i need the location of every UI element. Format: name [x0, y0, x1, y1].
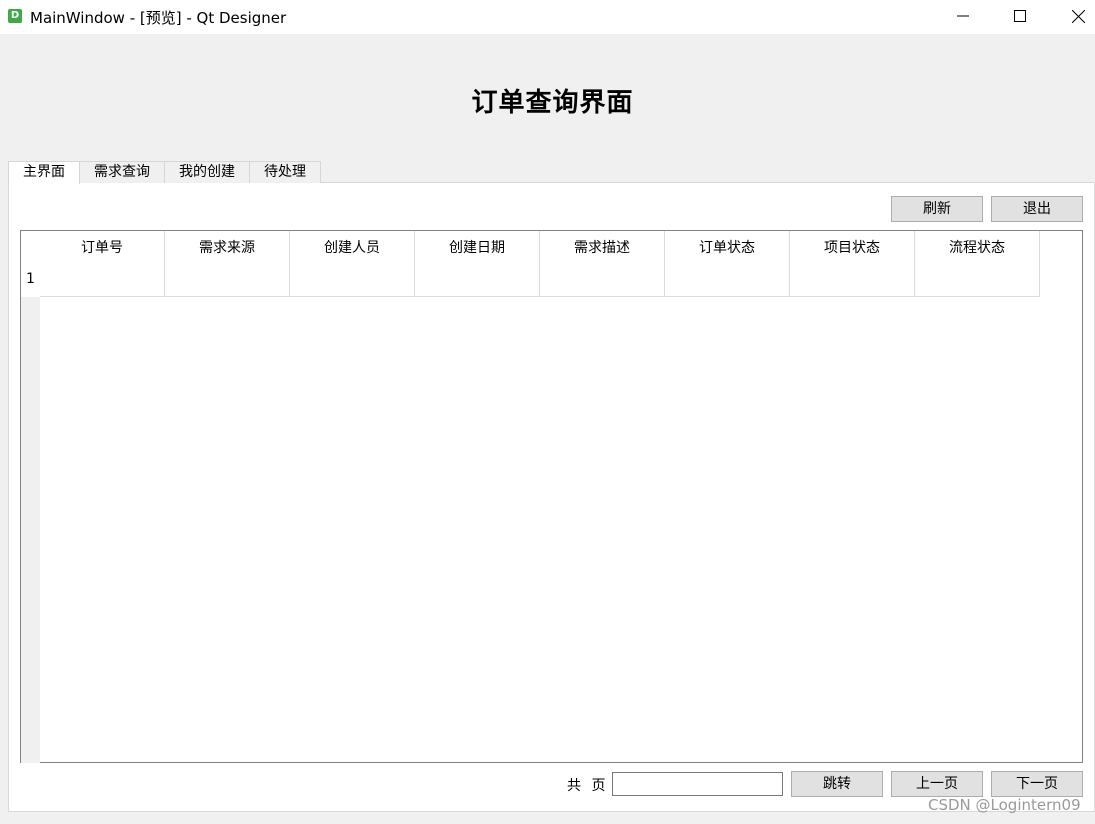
refresh-button[interactable]: 刷新: [891, 196, 983, 222]
table-corner: [21, 231, 40, 297]
column-header-project-status[interactable]: 项目状态: [790, 231, 915, 297]
maximize-button[interactable]: [997, 0, 1043, 32]
exit-button[interactable]: 退出: [991, 196, 1083, 222]
next-page-button[interactable]: 下一页: [991, 771, 1083, 797]
maximize-icon: [1014, 10, 1026, 22]
watermark: CSDN @Logintern09: [928, 796, 1081, 814]
page-title: 订单查询界面: [471, 88, 634, 118]
jump-button[interactable]: 跳转: [791, 771, 883, 797]
row-header[interactable]: 1: [21, 271, 40, 287]
tab-bar: 主界面 需求查询 我的创建 待处理: [8, 161, 321, 184]
tab-pending[interactable]: 待处理: [249, 161, 321, 183]
column-header-order-no[interactable]: 订单号: [40, 231, 165, 297]
column-header-source[interactable]: 需求来源: [165, 231, 290, 297]
app-icon: D: [8, 9, 22, 23]
title-bar: D MainWindow - [预览] - Qt Designer: [0, 0, 1095, 34]
close-icon: [1072, 10, 1085, 23]
previous-page-button[interactable]: 上一页: [891, 771, 983, 797]
tab-my-created[interactable]: 我的创建: [164, 161, 250, 183]
order-table[interactable]: 1 订单号 需求来源 创建人员 创建日期 需求描述 订单状态 项目状态 流程状态: [20, 230, 1083, 763]
minimize-button[interactable]: [940, 0, 986, 32]
page-number-input[interactable]: [612, 772, 783, 796]
tab-requirement-query[interactable]: 需求查询: [79, 161, 165, 183]
close-button[interactable]: [1055, 0, 1095, 32]
column-header-create-date[interactable]: 创建日期: [415, 231, 540, 297]
column-header-description[interactable]: 需求描述: [540, 231, 665, 297]
minimize-icon: [957, 15, 969, 17]
row-header-column: [21, 297, 40, 763]
total-pages-label: 共 页: [567, 778, 606, 794]
window-title: MainWindow - [预览] - Qt Designer: [30, 9, 287, 27]
column-header-flow-status[interactable]: 流程状态: [915, 231, 1040, 297]
column-header-creator[interactable]: 创建人员: [290, 231, 415, 297]
tab-main[interactable]: 主界面: [8, 161, 80, 184]
column-header-order-status[interactable]: 订单状态: [665, 231, 790, 297]
